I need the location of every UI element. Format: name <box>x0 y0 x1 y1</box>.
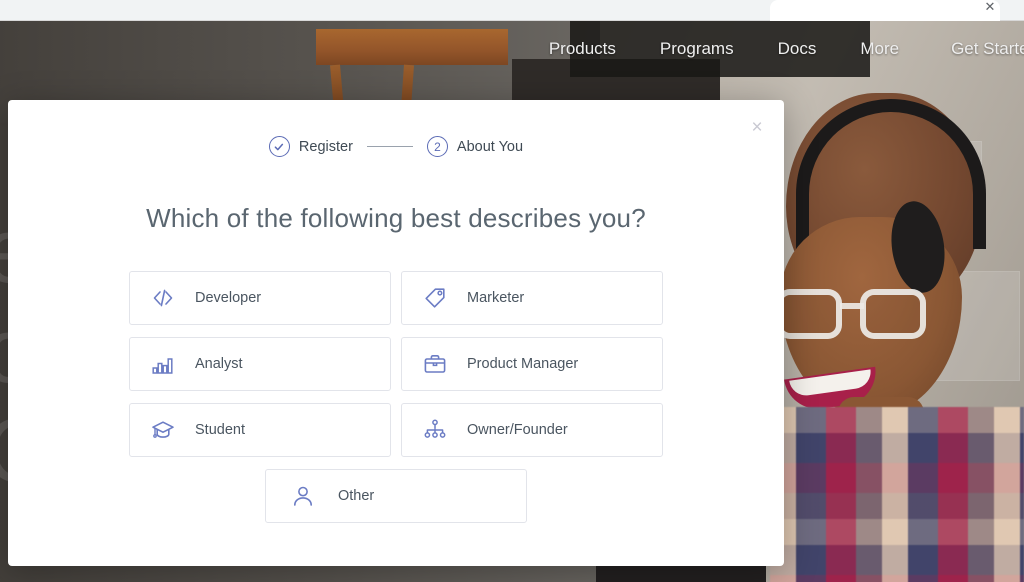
person-glasses <box>776 289 932 341</box>
option-analyst[interactable]: Analyst <box>129 337 391 391</box>
user-icon <box>290 483 316 509</box>
option-product-manager-label: Product Manager <box>467 356 579 372</box>
tag-icon <box>422 285 448 311</box>
site-navigation: Products Programs Docs More Get Started <box>0 21 1024 77</box>
about-you-modal: × Register 2 About You Which of the foll… <box>8 100 784 566</box>
option-product-manager[interactable]: Product Manager <box>401 337 663 391</box>
browser-tab-close-icon[interactable]: ✕ <box>982 0 998 15</box>
nav-items: Products Programs Docs More Get Started <box>527 39 1024 59</box>
step-about-you-label: About You <box>456 138 524 155</box>
person-plaid-shirt <box>770 407 1024 582</box>
browser-tab[interactable] <box>770 0 1000 21</box>
option-marketer-label: Marketer <box>467 290 525 306</box>
org-chart-icon <box>422 417 448 443</box>
code-icon <box>150 285 176 311</box>
step-register[interactable]: Register <box>268 136 353 157</box>
other-option-row: Other <box>129 469 663 523</box>
nav-item-programs[interactable]: Programs <box>638 39 756 59</box>
glasses-lens-right <box>860 289 926 339</box>
option-other[interactable]: Other <box>265 469 527 523</box>
bar-chart-icon <box>150 351 176 377</box>
registration-stepper: Register 2 About You <box>8 136 784 157</box>
option-owner-founder-label: Owner/Founder <box>467 422 568 438</box>
page-title: Which of the following best describes yo… <box>146 203 646 233</box>
option-analyst-label: Analyst <box>195 356 243 372</box>
nav-item-docs[interactable]: Docs <box>756 39 839 59</box>
browser-chrome: ✕ <box>0 0 1024 21</box>
check-icon <box>268 136 290 157</box>
option-developer-label: Developer <box>195 290 262 306</box>
nav-get-started-button[interactable]: Get Started <box>921 39 1024 59</box>
step-register-label: Register <box>298 138 353 155</box>
graduation-cap-icon <box>150 417 176 443</box>
role-options-grid: Developer Marketer Analyst Product Manag… <box>129 271 663 523</box>
step-about-you[interactable]: 2 About You <box>426 136 524 157</box>
option-other-label: Other <box>338 488 375 504</box>
option-owner-founder[interactable]: Owner/Founder <box>401 403 663 457</box>
briefcase-icon <box>422 351 448 377</box>
option-student-label: Student <box>195 422 245 438</box>
option-student[interactable]: Student <box>129 403 391 457</box>
stepper-connector <box>366 146 413 147</box>
close-icon[interactable]: × <box>744 114 770 140</box>
nav-item-products[interactable]: Products <box>527 39 638 59</box>
option-developer[interactable]: Developer <box>129 271 391 325</box>
glasses-lens-left <box>776 289 842 339</box>
nav-item-more[interactable]: More <box>838 39 921 59</box>
step-number-badge: 2 <box>426 136 448 157</box>
option-marketer[interactable]: Marketer <box>401 271 663 325</box>
